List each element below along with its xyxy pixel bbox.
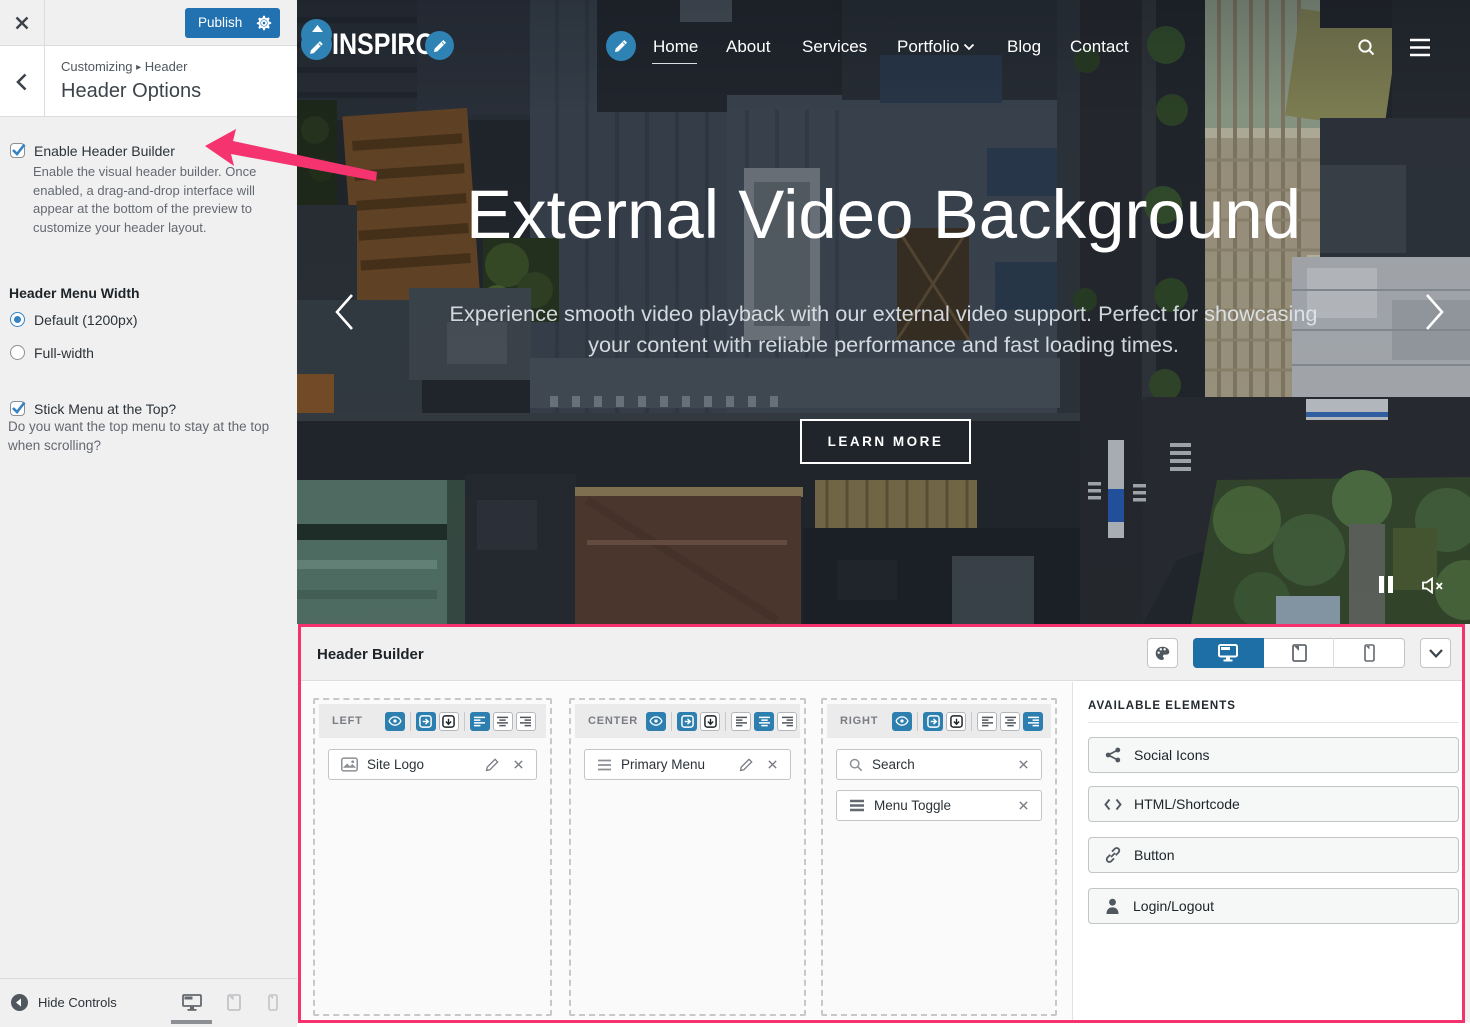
svg-text:INSPIRO: INSPIRO [332, 28, 435, 60]
